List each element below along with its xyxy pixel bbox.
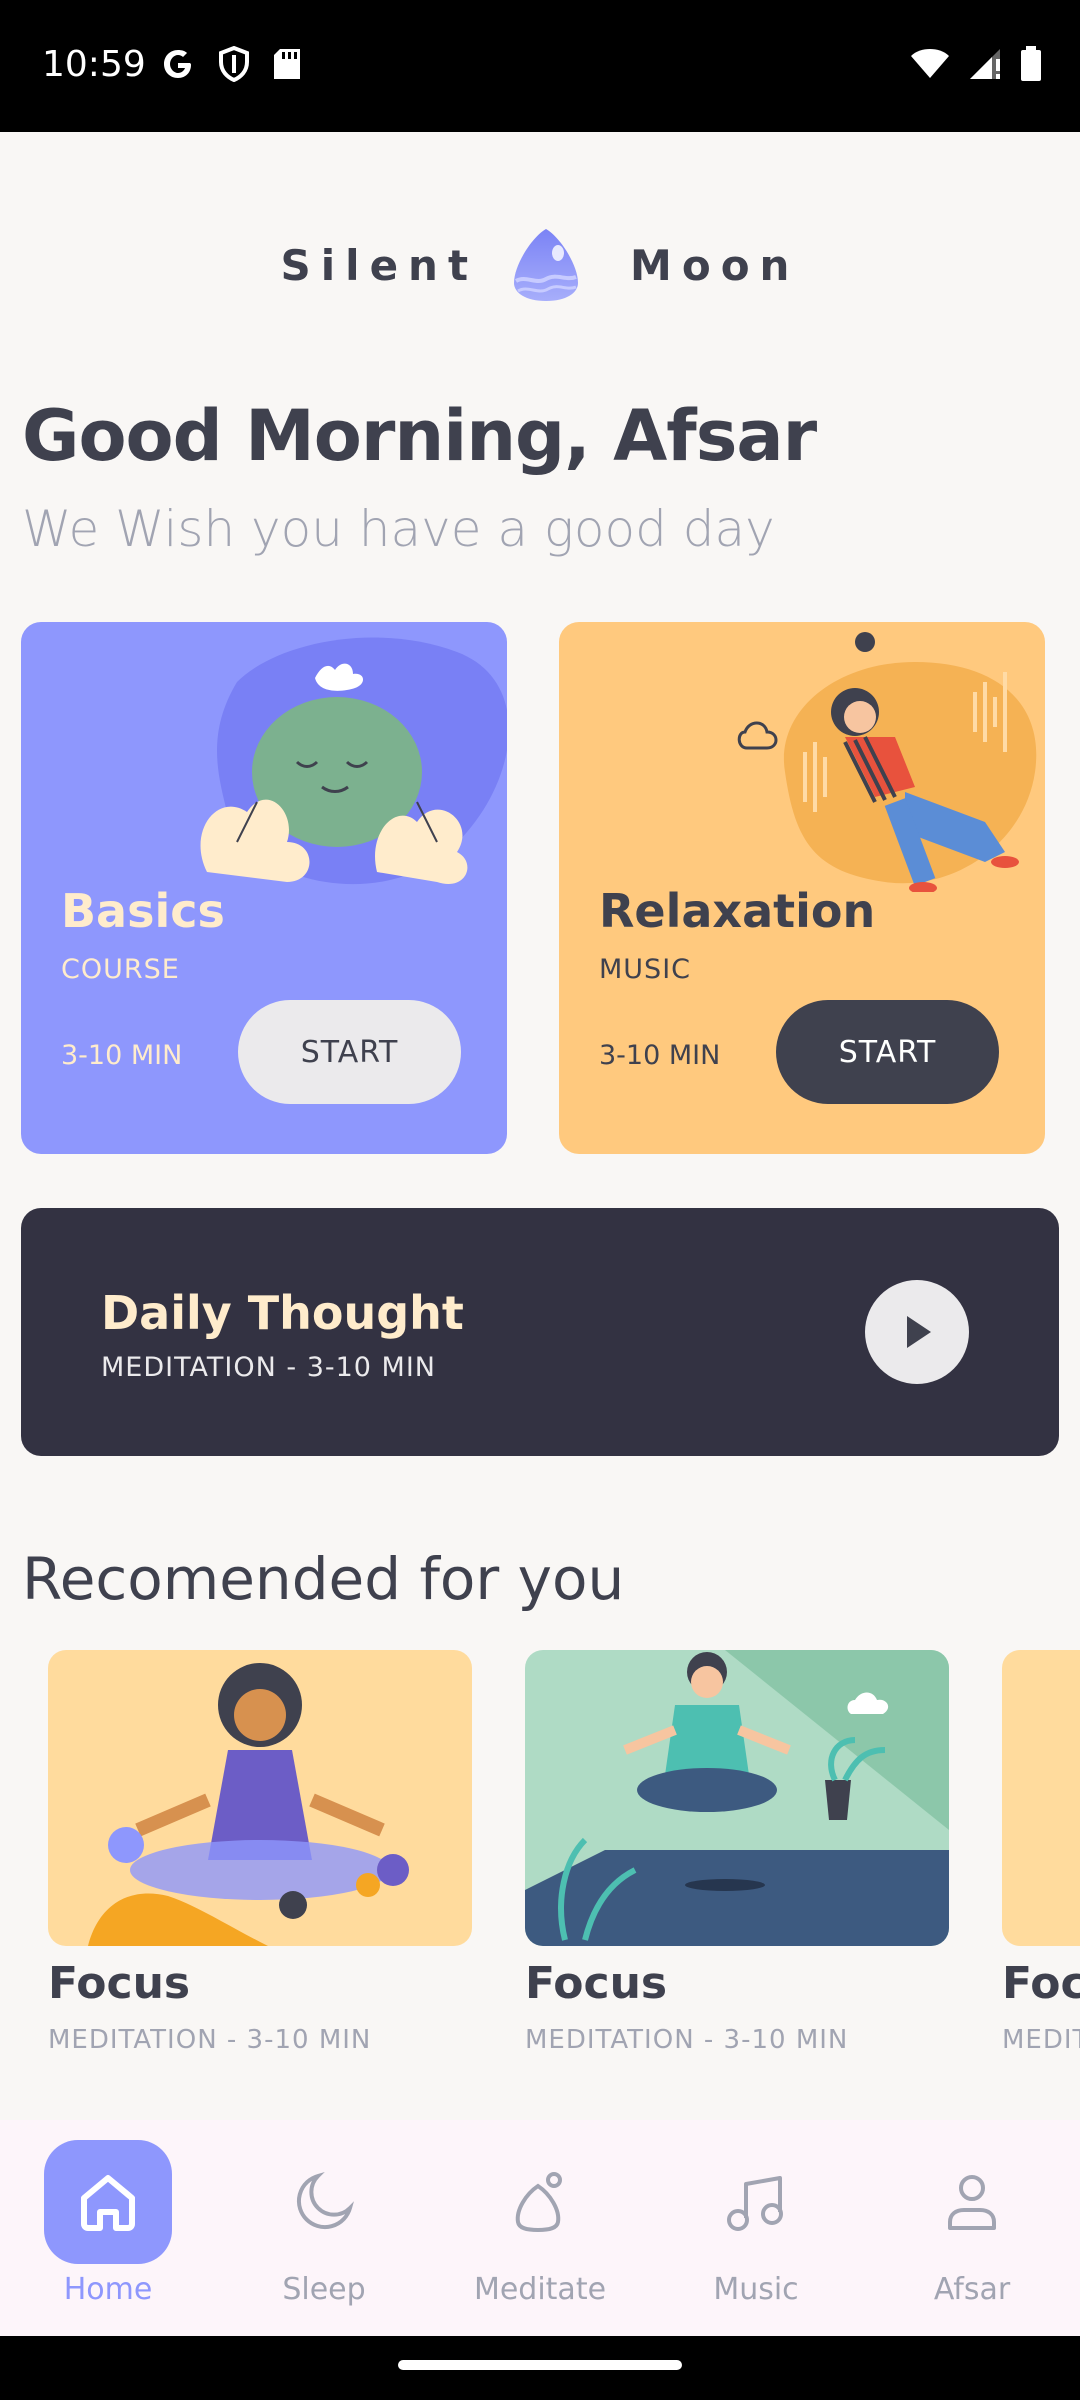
card-subtitle: COURSE (61, 954, 180, 985)
daily-thought-subtitle: MEDITATION - 3-10 MIN (101, 1352, 437, 1383)
sd-card-icon (274, 49, 300, 79)
card-title: Basics (61, 884, 225, 938)
gesture-navigation-bar (0, 2336, 1080, 2400)
home-icon (81, 2175, 135, 2231)
status-notification-icons (160, 46, 302, 82)
nav-item-music[interactable]: Music (648, 2140, 864, 2307)
brand-word-right: Moon (630, 240, 800, 290)
focus-illustration-1 (48, 1650, 472, 1946)
recommended-meta: MEDITATION - 3-10 MIN (48, 2025, 372, 2055)
recommended-list[interactable]: Focus MEDITATION - 3-10 MIN Focus MEDITA… (0, 1650, 1080, 2070)
recommended-name: Focus (1002, 1958, 1080, 2009)
play-icon (907, 1316, 931, 1348)
wifi-icon (911, 49, 949, 78)
nav-label: Meditate (473, 2272, 607, 2307)
bottom-navigation: Home Sleep Meditate Music Afsar (0, 2120, 1080, 2336)
nav-item-meditate[interactable]: Meditate (432, 2140, 648, 2307)
music-icon (727, 2176, 783, 2231)
recommended-item[interactable]: Focus MEDITATION - 3-10 MIN (525, 1650, 949, 2055)
basics-illustration (200, 637, 507, 885)
card-duration: 3-10 MIN (61, 1040, 183, 1071)
recommended-thumbnail (48, 1650, 472, 1946)
daily-thought-banner[interactable]: Daily Thought MEDITATION - 3-10 MIN (21, 1208, 1059, 1456)
recommended-meta: MEDITATION - 3-10 MIN (525, 2025, 849, 2055)
nav-item-home[interactable]: Home (0, 2140, 216, 2307)
greeting-subtitle: We Wish you have a good day (22, 500, 775, 558)
nav-label: Afsar (933, 2272, 1011, 2307)
basics-card[interactable]: Basics COURSE 3-10 MIN START (21, 622, 507, 1154)
brand-word-left: Silent (280, 240, 479, 290)
home-gesture-handle[interactable] (398, 2360, 682, 2370)
recommended-meta: MEDITATION - 3-10 MIN (1002, 2025, 1080, 2055)
status-time: 10:59 (42, 44, 146, 85)
status-bar: 10:59 (0, 0, 1080, 132)
play-button[interactable] (865, 1280, 969, 1384)
battery-icon (1021, 46, 1041, 81)
recommended-item[interactable]: Focus MEDITATION - 3-10 MIN (48, 1650, 472, 2055)
greeting-title: Good Morning, Afsar (22, 395, 817, 477)
recommended-item[interactable]: Focus MEDITATION - 3-10 MIN (1002, 1650, 1080, 2055)
moon-logo-icon (514, 229, 579, 301)
daily-thought-title: Daily Thought (101, 1286, 464, 1340)
nav-label: Sleep (282, 2272, 366, 2307)
status-system-icons (910, 46, 1042, 82)
profile-icon (948, 2175, 996, 2230)
card-duration: 3-10 MIN (599, 1040, 721, 1071)
relaxation-illustration (737, 632, 1037, 892)
google-icon (164, 50, 191, 78)
brand-header: Silent Moon (0, 225, 1080, 305)
signal-icon (970, 49, 1000, 79)
recommended-title: Recomended for you (22, 1545, 625, 1613)
nav-item-profile[interactable]: Afsar (864, 2140, 1080, 2307)
relaxation-start-button[interactable]: START (776, 1000, 999, 1104)
card-subtitle: MUSIC (599, 954, 692, 985)
nav-label: Home (63, 2272, 153, 2307)
shield-icon (219, 46, 249, 82)
recommended-name: Focus (48, 1958, 191, 2009)
moon-icon (296, 2172, 354, 2230)
nav-label: Music (713, 2272, 799, 2307)
card-title: Relaxation (599, 884, 876, 938)
nav-item-sleep[interactable]: Sleep (216, 2140, 432, 2307)
focus-illustration-2 (525, 1650, 949, 1946)
meditate-icon (515, 2172, 562, 2233)
recommended-thumbnail (1002, 1650, 1080, 1946)
basics-start-button[interactable]: START (238, 1000, 461, 1104)
recommended-thumbnail (525, 1650, 949, 1946)
relaxation-card[interactable]: Relaxation MUSIC 3-10 MIN START (559, 622, 1045, 1154)
recommended-name: Focus (525, 1958, 668, 2009)
